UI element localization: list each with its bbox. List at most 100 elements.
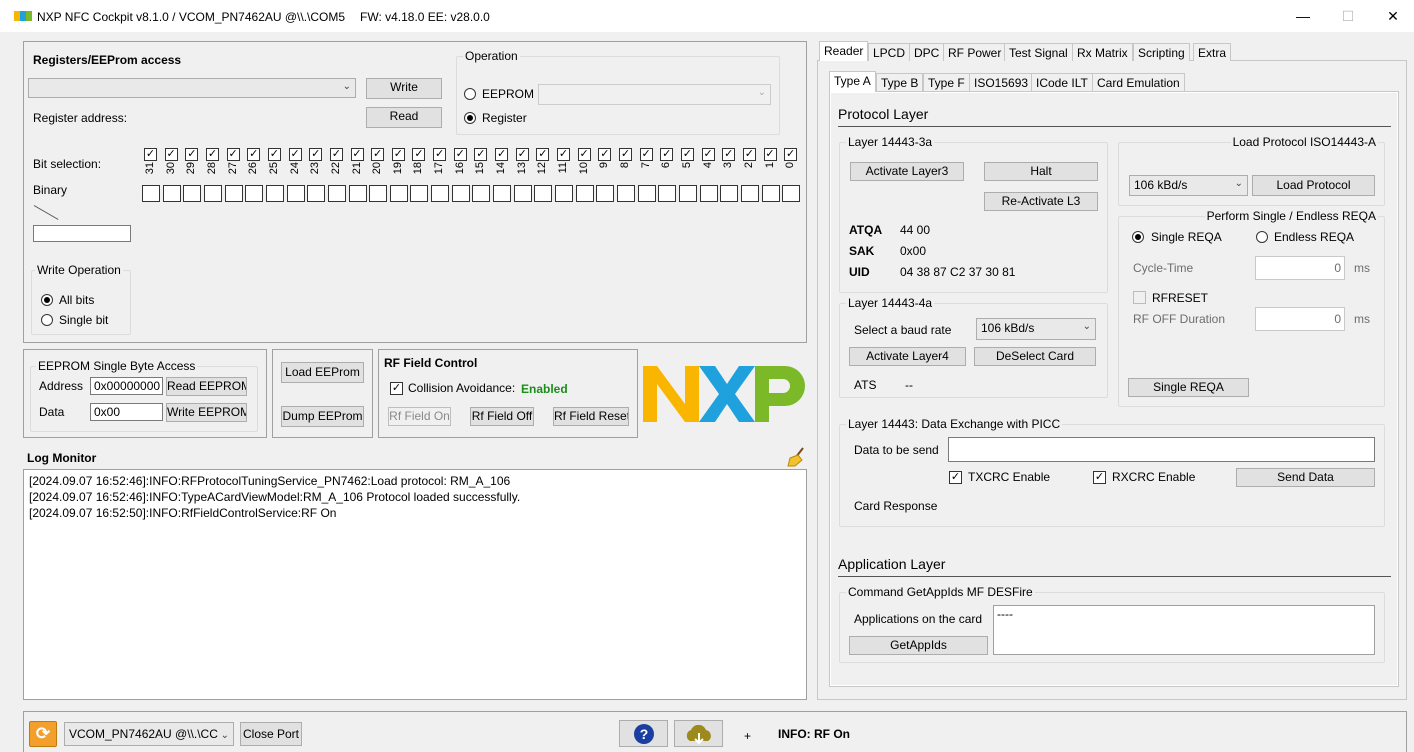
single-reqa-button[interactable]: Single REQA: [1128, 378, 1249, 397]
bit-checkbox[interactable]: ✓: [453, 148, 467, 161]
bit-value-box[interactable]: [431, 185, 450, 202]
port-select[interactable]: VCOM_PN7462AU @\\.\CC ⌄: [64, 722, 234, 746]
help-button[interactable]: ?: [619, 720, 668, 747]
tab-rx-matrix[interactable]: Rx Matrix: [1072, 43, 1133, 61]
cycle-time-input[interactable]: 0: [1255, 256, 1345, 280]
close-port-button[interactable]: Close Port: [240, 722, 302, 746]
bit-checkbox[interactable]: ✓: [660, 148, 674, 161]
single-bit-radio[interactable]: [41, 314, 53, 326]
bit-value-box[interactable]: [761, 185, 780, 202]
bit-checkbox[interactable]: ✓: [185, 148, 199, 161]
bit-checkbox[interactable]: ✓: [557, 148, 570, 161]
bit-checkbox[interactable]: ✓: [247, 148, 261, 161]
bit-checkbox[interactable]: ✓: [784, 148, 798, 161]
register-select[interactable]: ⌄: [28, 78, 356, 98]
load-eeprom-button[interactable]: Load EEProm: [281, 362, 364, 383]
close-button[interactable]: ✕: [1370, 0, 1414, 32]
tab-type-a[interactable]: Type A: [829, 71, 876, 92]
bit-value-box[interactable]: [307, 185, 326, 202]
rf-field-on-button[interactable]: Rf Field On: [388, 407, 451, 426]
read-eeprom-button[interactable]: Read EEPROM: [166, 377, 247, 396]
bit-checkbox[interactable]: ✓: [618, 148, 632, 161]
bit-value-box[interactable]: [389, 185, 408, 202]
data-input[interactable]: 0x00: [90, 403, 163, 421]
eeprom-radio[interactable]: [464, 88, 476, 100]
data-to-send-input[interactable]: [948, 437, 1375, 462]
rxcrc-checkbox[interactable]: ✓: [1093, 471, 1106, 484]
tab-type-b[interactable]: Type B: [876, 73, 924, 91]
bit-value-box[interactable]: [286, 185, 305, 202]
load-protocol-button[interactable]: Load Protocol: [1252, 175, 1375, 196]
bit-value-box[interactable]: [740, 185, 759, 202]
cloud-download-button[interactable]: [674, 720, 723, 747]
bit-checkbox[interactable]: ✓: [722, 148, 736, 161]
bit-value-box[interactable]: [678, 185, 697, 202]
bit-checkbox[interactable]: ✓: [433, 148, 447, 161]
log-monitor[interactable]: [2024.09.07 16:52:46]:INFO:RFProtocolTun…: [23, 469, 807, 700]
bit-value-box[interactable]: [616, 185, 635, 202]
bit-value-box[interactable]: [596, 185, 615, 202]
bit-value-box[interactable]: [265, 185, 284, 202]
bit-checkbox[interactable]: ✓: [536, 148, 550, 161]
tab-type-f[interactable]: Type F: [923, 73, 970, 91]
bit-checkbox[interactable]: ✓: [763, 148, 777, 161]
bit-value-box[interactable]: [493, 185, 512, 202]
bit-checkbox[interactable]: ✓: [742, 148, 756, 161]
refresh-ports-icon[interactable]: ⟳: [29, 721, 57, 747]
bit-value-box[interactable]: [162, 185, 181, 202]
bit-value-box[interactable]: [555, 185, 573, 202]
bit-checkbox[interactable]: ✓: [515, 148, 529, 161]
bit-value-box[interactable]: [720, 185, 739, 202]
bit-value-box[interactable]: [183, 185, 202, 202]
collision-avoidance-checkbox[interactable]: ✓: [390, 382, 403, 395]
bit-checkbox[interactable]: ✓: [205, 148, 219, 161]
bit-checkbox[interactable]: ✓: [680, 148, 694, 161]
broom-icon[interactable]: [787, 446, 807, 468]
bit-checkbox[interactable]: ✓: [144, 148, 157, 161]
rf-field-off-button[interactable]: Rf Field Off: [470, 407, 534, 426]
binary-value-input[interactable]: [33, 225, 131, 242]
dump-eeprom-button[interactable]: Dump EEProm: [281, 406, 364, 427]
read-button[interactable]: Read: [366, 107, 442, 128]
bit-checkbox[interactable]: ✓: [598, 148, 612, 161]
tab-rf-power[interactable]: RF Power: [943, 43, 1007, 61]
activate-layer3-button[interactable]: Activate Layer3: [850, 162, 964, 181]
bit-value-box[interactable]: [534, 185, 553, 202]
bit-checkbox[interactable]: ✓: [639, 148, 653, 161]
bit-checkbox[interactable]: ✓: [495, 148, 509, 161]
rfreset-checkbox[interactable]: [1133, 291, 1146, 304]
getappids-button[interactable]: GetAppIds: [849, 636, 988, 655]
bit-checkbox[interactable]: ✓: [474, 148, 488, 161]
bit-value-box[interactable]: [245, 185, 264, 202]
bit-value-box[interactable]: [451, 185, 470, 202]
send-data-button[interactable]: Send Data: [1236, 468, 1375, 487]
bit-checkbox[interactable]: ✓: [226, 148, 240, 161]
bit-value-box[interactable]: [369, 185, 388, 202]
bit-value-box[interactable]: [203, 185, 222, 202]
tab-scripting[interactable]: Scripting: [1133, 43, 1190, 61]
bit-value-box[interactable]: [224, 185, 243, 202]
bit-value-box[interactable]: [782, 185, 801, 202]
activate-layer4-button[interactable]: Activate Layer4: [849, 347, 966, 366]
rf-field-reset-button[interactable]: Rf Field Reset: [553, 407, 629, 426]
bit-checkbox[interactable]: ✓: [309, 148, 323, 161]
single-reqa-radio[interactable]: [1132, 231, 1144, 243]
bit-checkbox[interactable]: ✓: [267, 148, 281, 161]
bit-value-box[interactable]: [575, 185, 594, 202]
tab-iso15693[interactable]: ISO15693: [969, 73, 1034, 91]
bit-checkbox[interactable]: ✓: [164, 148, 178, 161]
bit-value-box[interactable]: [472, 185, 491, 202]
tab-lpcd[interactable]: LPCD: [868, 43, 911, 61]
reactivate-l3-button[interactable]: Re-Activate L3: [984, 192, 1098, 211]
tab-card-emulation[interactable]: Card Emulation: [1092, 73, 1185, 91]
maximize-button[interactable]: ☐: [1325, 0, 1371, 32]
bit-value-box[interactable]: [513, 185, 532, 202]
bit-checkbox[interactable]: ✓: [371, 148, 385, 161]
rf-off-duration-input[interactable]: 0: [1255, 307, 1345, 331]
protocol-rate-select[interactable]: 106 kBd/s ⌄: [1129, 175, 1248, 196]
bit-value-box[interactable]: [410, 185, 429, 202]
address-input[interactable]: 0x00000000: [90, 377, 163, 395]
bit-value-box[interactable]: [327, 185, 346, 202]
tab-dpc[interactable]: DPC: [909, 43, 945, 61]
bit-checkbox[interactable]: ✓: [288, 148, 302, 161]
